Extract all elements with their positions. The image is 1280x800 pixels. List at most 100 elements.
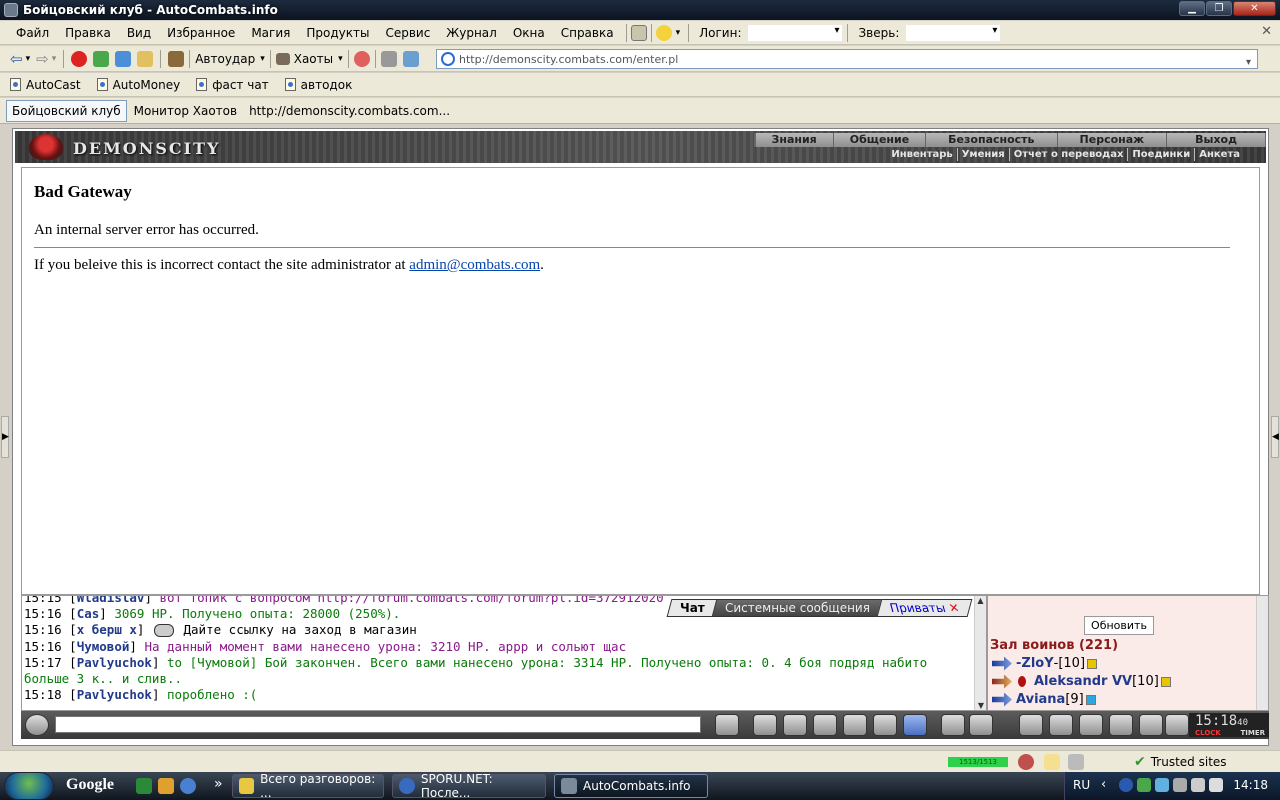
menu-help[interactable]: Справка [553,26,622,40]
menu-favorites[interactable]: Избранное [159,26,243,40]
alarm-clock-icon[interactable] [1018,754,1034,770]
admin-email-link[interactable]: admin@combats.com [409,257,540,273]
security-zone[interactable]: ✔ Trusted sites [1134,754,1227,770]
nav-transfers[interactable]: Отчет о переводах [1010,148,1129,161]
character-icon[interactable] [1109,714,1133,736]
scroll-icon[interactable] [1049,714,1073,736]
tab-system-messages[interactable]: Системные сообщения [711,599,884,617]
chat-nick[interactable]: x берш x [77,622,137,637]
tray-clock[interactable]: 14:18 [1233,778,1268,792]
tab-fight-club[interactable]: Бойцовский клуб [6,99,127,122]
address-bar[interactable]: http://demonscity.combats.com/enter.pl ▾ [436,49,1258,69]
helmet-icon[interactable] [969,714,993,736]
show-hidden-icons[interactable]: ‹ [1101,777,1106,792]
menu-windows[interactable]: Окна [505,26,553,40]
fight-icon[interactable] [843,714,867,736]
refresh-button[interactable]: Обновить [1084,616,1154,635]
close-icon[interactable]: ✕ [1261,24,1272,39]
tab-privates[interactable]: Приваты ✕ [876,599,973,617]
site-logo[interactable]: DEMONSCITY [73,139,220,158]
refresh-icon[interactable] [93,50,110,67]
chat-nick[interactable]: Pavlyuchok [77,655,152,670]
link-avtodok[interactable]: автодок [284,78,352,92]
autoudar-button[interactable]: Автоудар ▾ [195,52,265,66]
close-window-button[interactable]: ✕ [1233,1,1276,16]
scroll-down-icon[interactable]: ▼ [975,701,986,710]
user-name[interactable]: Aleksandr VV [1034,674,1132,689]
tab-chaos-monitor[interactable]: Монитор Хаотов [129,101,242,121]
bag-icon[interactable] [1019,714,1043,736]
filter-icon[interactable] [783,714,807,736]
menu-file[interactable]: Файл [8,26,57,40]
nav-inventory[interactable]: Инвентарь [887,148,958,161]
task-button[interactable]: Всего разговоров: ... [232,772,384,800]
info-icon[interactable] [1087,658,1098,669]
exit-icon[interactable] [1165,714,1189,736]
tools-icon[interactable] [168,50,185,67]
nav-profile[interactable]: Анкета [1195,148,1244,161]
back-button[interactable]: ⇦ ▾ [10,50,30,68]
user-name[interactable]: Aviana [1016,692,1065,707]
chat-nick[interactable]: Чумовой [77,639,130,654]
note-icon[interactable] [1044,754,1060,770]
user-row[interactable]: Aviana [9] [992,692,1096,707]
stop-icon[interactable] [71,50,88,67]
menu-edit[interactable]: Правка [57,26,119,40]
nav-fights[interactable]: Поединки [1128,148,1196,161]
network-icon[interactable] [1173,778,1187,792]
quicklaunch-icon[interactable] [158,778,174,794]
refresh-all-icon[interactable] [115,50,132,67]
user-row[interactable]: Aleksandr VV [10] [992,674,1171,689]
save-icon[interactable] [813,714,837,736]
elixir-icon[interactable] [655,24,672,41]
nav-skills[interactable]: Умения [958,148,1010,161]
google-deskbar[interactable]: Google [66,776,114,794]
timer-label[interactable]: TIMER [1240,729,1265,737]
browser-icon[interactable] [180,778,196,794]
nav-character[interactable]: Персонаж [1058,133,1168,147]
maximize-button[interactable]: ❐ [1206,1,1232,16]
link-autocast[interactable]: AutoCast [10,78,81,92]
house-icon[interactable] [1139,714,1163,736]
minimize-button[interactable]: ▁ [1179,1,1205,16]
volume-icon[interactable] [1191,778,1205,792]
language-indicator[interactable]: RU [1073,778,1090,792]
computer-icon[interactable] [1068,754,1084,770]
demonscity-logo-icon[interactable] [29,134,63,160]
mask-icon[interactable] [1079,714,1103,736]
nav-exit[interactable]: Выход [1167,133,1266,147]
tab-demonscity[interactable]: http://demonscity.combats.com... [244,101,455,121]
rune-icon[interactable] [353,50,370,67]
chat-nick[interactable]: Pavlyuchok [77,687,152,702]
chat-nick[interactable]: Wladislav [77,596,145,605]
users-scrollbar[interactable] [1256,596,1268,710]
chevron-down-icon[interactable]: ▾ [1246,57,1251,68]
link-automoney[interactable]: AutoMoney [96,78,180,92]
filter-icon[interactable] [402,50,419,67]
menu-journal[interactable]: Журнал [438,26,505,40]
task-button[interactable]: AutoCombats.info [554,774,708,798]
quicklaunch-icon[interactable] [136,778,152,794]
inventory-icon[interactable] [630,24,647,41]
nav-knowledge[interactable]: Знания [756,133,834,147]
link-fast-chat[interactable]: фаст чат [196,78,269,92]
clear-icon[interactable] [753,714,777,736]
home-icon[interactable] [137,50,154,67]
tab-chat[interactable]: Чат [666,599,719,617]
nav-security[interactable]: Безопасность [926,133,1058,147]
send-icon[interactable] [715,714,739,736]
right-panel-toggle[interactable]: ◀ [1271,416,1279,458]
sound-icon[interactable] [380,50,397,67]
quicklaunch-more[interactable]: » [214,776,223,792]
haoty-button[interactable]: Хаоты ▾ [275,52,343,66]
menu-products[interactable]: Продукты [298,26,377,40]
smile-icon[interactable] [941,714,965,736]
user-row[interactable]: - ZloY -[10] [992,656,1098,671]
login-select[interactable] [747,23,844,42]
info-icon[interactable] [1085,694,1096,705]
chat-mode-icon[interactable] [25,714,49,736]
close-icon[interactable]: ✕ [947,601,961,615]
scroll-up-icon[interactable]: ▲ [975,596,986,605]
chevron-down-icon[interactable]: ▾ [676,28,681,38]
tray-icon[interactable] [1209,778,1223,792]
